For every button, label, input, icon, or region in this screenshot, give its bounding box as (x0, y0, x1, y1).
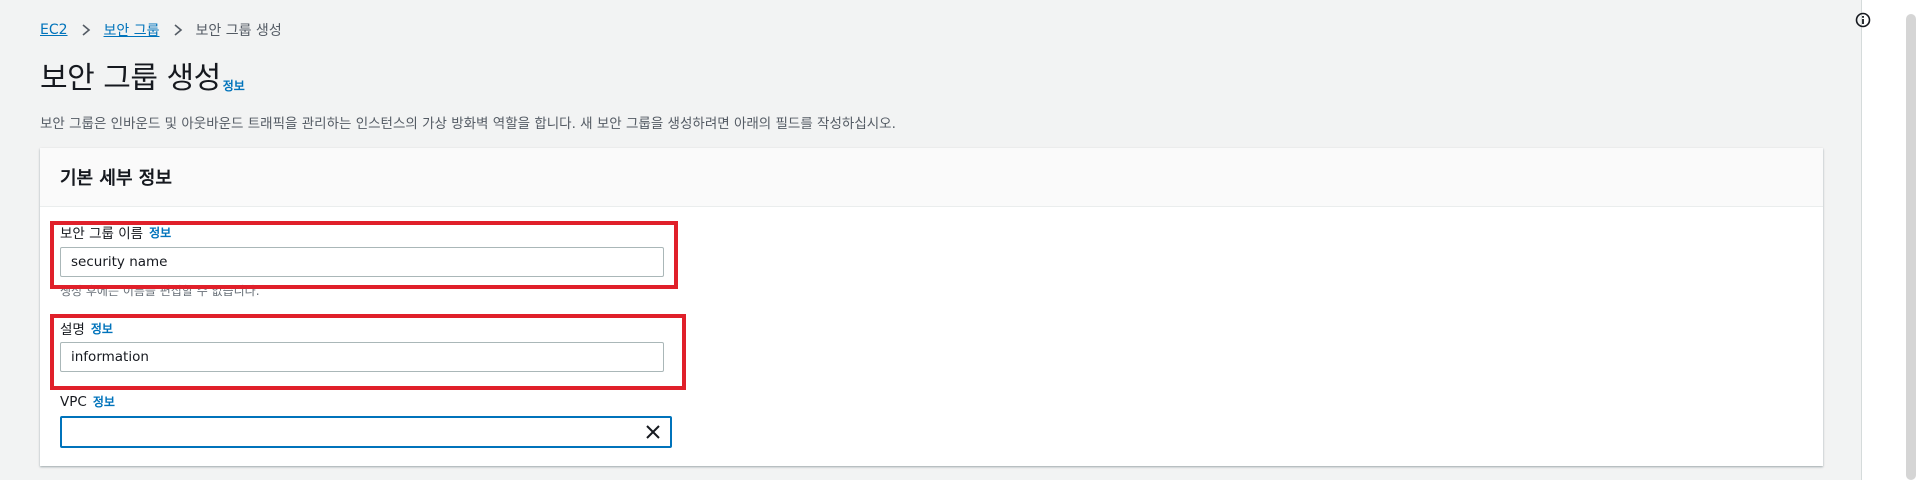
info-circle-icon[interactable] (1855, 12, 1871, 28)
scrollbar[interactable] (1906, 14, 1916, 480)
description-input[interactable] (60, 342, 664, 372)
vpc-label: VPC 정보 (60, 393, 115, 410)
main-content: EC2 보안 그룹 보안 그룹 생성 보안 그룹 생성 정보 보안 그룹은 인바… (0, 0, 1861, 480)
security-group-name-info-link[interactable]: 정보 (149, 224, 171, 241)
breadcrumb-current: 보안 그룹 생성 (195, 23, 282, 39)
description-info-link[interactable]: 정보 (91, 320, 113, 337)
security-group-name-input[interactable] (60, 247, 664, 277)
description-label-text: 설명 (60, 322, 85, 338)
chevron-right-icon (172, 21, 184, 40)
panel-title: 기본 세부 정보 (60, 168, 172, 189)
breadcrumb-security-groups[interactable]: 보안 그룹 (104, 20, 160, 40)
vpc-label-text: VPC (60, 393, 87, 410)
security-group-name-label: 보안 그룹 이름 정보 (60, 222, 171, 243)
description-label: 설명 정보 (60, 318, 113, 339)
basic-details-panel: 기본 세부 정보 보안 그룹 이름 정보 생성 후에는 이름을 편집할 수 없습… (40, 148, 1823, 466)
vpc-select[interactable] (60, 416, 672, 448)
breadcrumb: EC2 보안 그룹 보안 그룹 생성 (40, 20, 282, 40)
breadcrumb-ec2[interactable]: EC2 (40, 22, 68, 38)
chevron-right-icon (80, 21, 92, 40)
close-icon[interactable] (644, 423, 662, 441)
page-title: 보안 그룹 생성 (40, 61, 221, 96)
vpc-info-link[interactable]: 정보 (93, 393, 115, 410)
page-info-link[interactable]: 정보 (223, 77, 245, 94)
page-description: 보안 그룹은 인바운드 및 아웃바운드 트래픽을 관리하는 인스턴스의 가상 방… (40, 116, 896, 132)
page-header: 보안 그룹 생성 정보 (40, 60, 245, 98)
security-group-name-constraint: 생성 후에는 이름을 편집할 수 없습니다. (60, 284, 260, 298)
security-group-name-label-text: 보안 그룹 이름 (60, 226, 144, 242)
panel-header: 기본 세부 정보 (40, 148, 1823, 207)
